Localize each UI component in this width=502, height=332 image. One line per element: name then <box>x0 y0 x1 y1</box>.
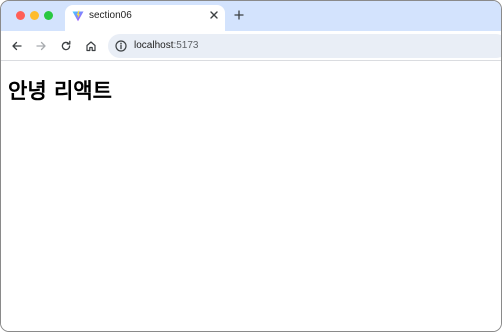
reload-icon <box>61 40 71 51</box>
maximize-window-button[interactable] <box>44 11 53 20</box>
tab-title: section06 <box>89 10 132 21</box>
home-icon <box>86 41 96 52</box>
tab-section06[interactable]: section06 <box>65 5 225 31</box>
browser-window: section06 localhost:5173 안녕 리액트 <box>0 0 502 332</box>
close-tab-icon[interactable] <box>208 9 220 21</box>
arrow-right-icon <box>36 41 46 51</box>
back-button[interactable] <box>9 38 25 54</box>
url-host: localhost <box>134 40 174 51</box>
arrow-left-icon <box>12 41 22 51</box>
vite-logo-icon <box>72 10 84 22</box>
new-tab-button[interactable] <box>231 7 247 23</box>
page-heading: 안녕 리액트 <box>8 79 112 103</box>
home-button[interactable] <box>83 38 99 54</box>
reload-button[interactable] <box>58 38 74 54</box>
url-text: localhost:5173 <box>134 40 199 51</box>
minimize-window-button[interactable] <box>30 11 39 20</box>
address-bar[interactable]: localhost:5173 <box>108 34 501 58</box>
close-window-button[interactable] <box>16 11 25 20</box>
forward-button[interactable] <box>33 38 49 54</box>
browser-toolbar: localhost:5173 <box>1 31 501 61</box>
page-content: 안녕 리액트 <box>1 62 501 331</box>
url-port: :5173 <box>173 40 199 51</box>
tab-strip: section06 <box>1 1 501 31</box>
info-icon[interactable] <box>114 39 128 53</box>
